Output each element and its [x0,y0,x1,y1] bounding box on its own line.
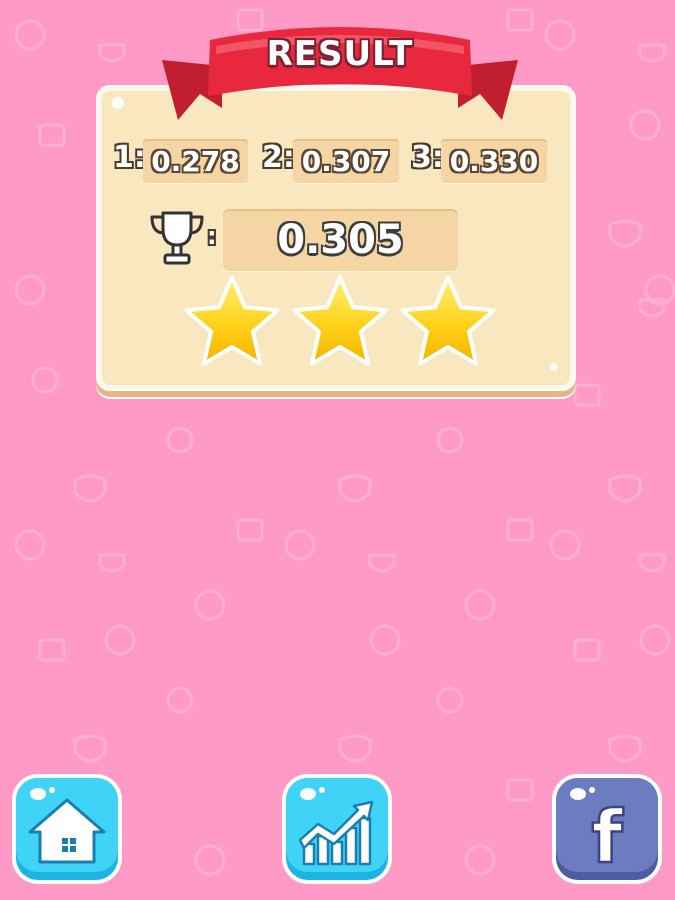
best-score-value: 0.305 [223,209,458,271]
best-separator: : [207,222,217,250]
score-label-1: 1: [113,140,146,175]
score-value-2: 0.307 [293,139,399,183]
score-label-2: 2: [262,140,295,175]
star-icon [184,275,280,366]
panel-highlight [112,97,124,109]
facebook-icon: f [591,795,623,879]
result-title: RESULT [266,34,414,74]
score-value-1: 0.278 [143,139,248,183]
trophy-icon [150,211,204,265]
facebook-button[interactable]: f [548,770,666,888]
score-value-3: 0.330 [441,139,547,183]
panel-highlight [550,363,558,371]
score-label-3: 3: [411,140,444,175]
home-button[interactable] [8,770,126,888]
leaderboard-button[interactable] [278,770,396,888]
star-icon [400,275,496,366]
star-icon [292,275,388,366]
star-rating [184,275,496,366]
